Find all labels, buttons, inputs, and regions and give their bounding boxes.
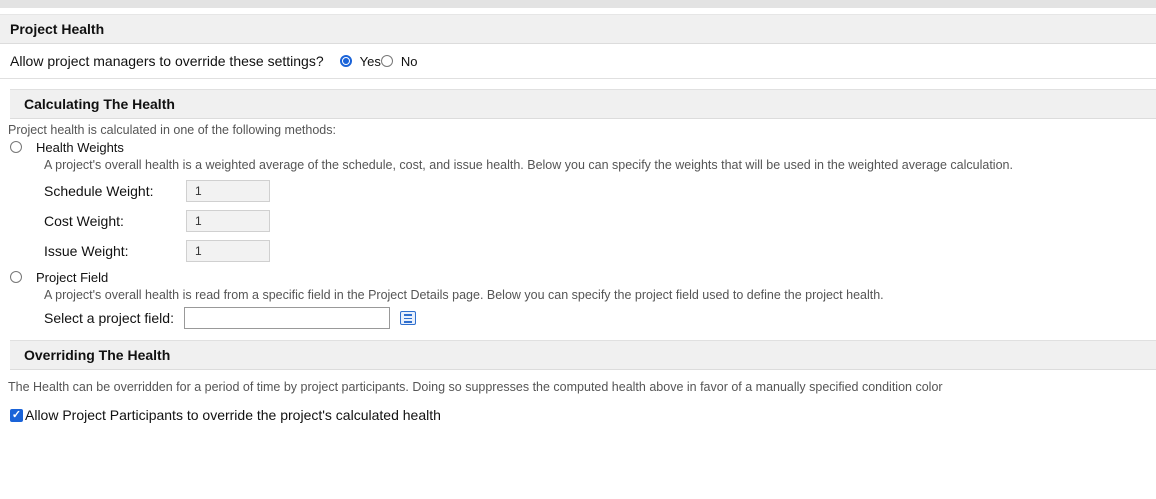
schedule-weight-input[interactable]: 1 (186, 180, 270, 202)
override-no-radio[interactable] (380, 55, 393, 67)
health-weights-description: A project's overall health is a weighted… (44, 158, 1013, 172)
cost-weight-label: Cost Weight: (44, 213, 124, 229)
section-header-calculating: Calculating The Health (10, 89, 1156, 119)
health-weights-radio[interactable] (10, 141, 22, 153)
schedule-weight-row: Schedule Weight: 1 (0, 176, 1156, 206)
allow-override-row[interactable]: ✓ Allow Project Participants to override… (0, 406, 1156, 424)
cost-weight-input[interactable]: 1 (186, 210, 270, 232)
project-field-option[interactable]: Project Field (0, 268, 1156, 286)
override-no-label[interactable]: No (401, 54, 418, 69)
issue-weight-row: Issue Weight: 1 (0, 236, 1156, 266)
calculation-intro: Project health is calculated in one of t… (8, 123, 336, 137)
issue-weight-label: Issue Weight: (44, 243, 129, 259)
override-settings-row: Allow project managers to override these… (0, 44, 1156, 79)
project-field-radio[interactable] (10, 271, 22, 283)
override-yes-radio[interactable] (339, 55, 352, 67)
override-yes-label[interactable]: Yes (360, 54, 381, 69)
section-title: Calculating The Health (24, 96, 175, 112)
health-weights-label[interactable]: Health Weights (36, 140, 124, 155)
allow-override-checkbox[interactable]: ✓ (10, 408, 23, 422)
override-question: Allow project managers to override these… (10, 53, 324, 69)
cost-weight-row: Cost Weight: 1 (0, 206, 1156, 236)
health-weights-option[interactable]: Health Weights (0, 138, 1156, 156)
project-field-select-row: Select a project field: (0, 302, 1156, 334)
project-field-input[interactable] (183, 307, 390, 329)
section-title: Overriding The Health (24, 347, 171, 363)
project-field-select-label: Select a project field: (44, 310, 174, 326)
list-picker-icon[interactable] (399, 311, 416, 325)
section-header-overriding: Overriding The Health (10, 340, 1156, 370)
project-field-label[interactable]: Project Field (36, 270, 108, 285)
project-field-description: A project's overall health is read from … (44, 288, 884, 302)
allow-override-label[interactable]: Allow Project Participants to override t… (25, 407, 441, 423)
section-title: Project Health (10, 21, 105, 37)
section-header-project-health: Project Health (0, 14, 1156, 44)
overriding-description: The Health can be overridden for a perio… (8, 380, 943, 394)
issue-weight-input[interactable]: 1 (186, 240, 270, 262)
top-bar (0, 0, 1156, 8)
schedule-weight-label: Schedule Weight: (44, 183, 154, 199)
